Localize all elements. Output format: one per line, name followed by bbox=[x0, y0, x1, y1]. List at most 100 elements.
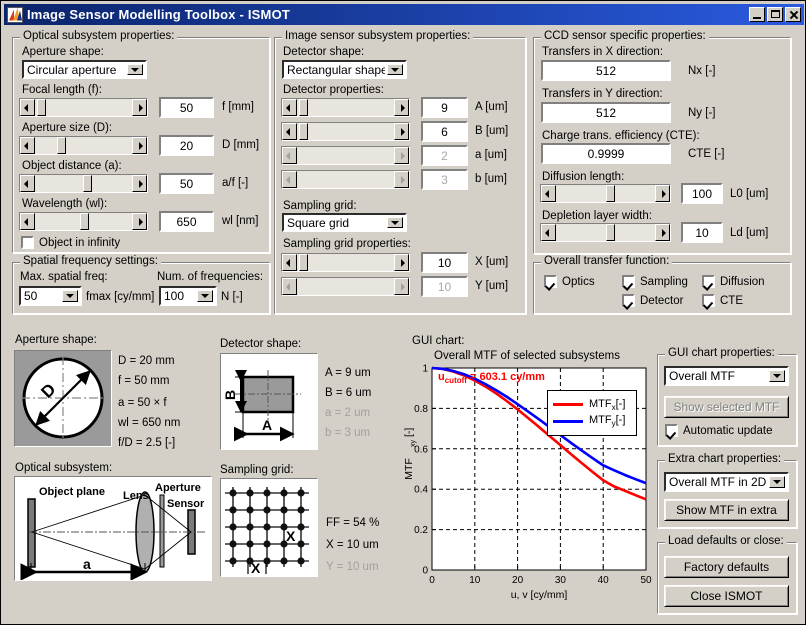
detector-shape-label: Detector shape: bbox=[283, 46, 365, 58]
detector-b-input[interactable]: 6 bbox=[421, 121, 468, 142]
focal-length-slider[interactable] bbox=[19, 98, 148, 117]
transfer-detector-label: Detector bbox=[640, 294, 684, 307]
slider-right-arrow-icon[interactable] bbox=[132, 213, 147, 230]
svg-text:0: 0 bbox=[422, 566, 428, 577]
checkbox-box[interactable] bbox=[21, 236, 34, 249]
aperture-size-input[interactable]: 20 bbox=[159, 135, 214, 156]
detector-value-3: b = 3 um bbox=[325, 427, 371, 439]
sampling-x-input[interactable]: 10 bbox=[421, 252, 468, 273]
detector-b-slider[interactable] bbox=[281, 122, 410, 141]
slider-track[interactable] bbox=[35, 99, 132, 116]
chevron-down-icon[interactable] bbox=[769, 476, 785, 488]
wavelength-slider[interactable] bbox=[19, 212, 148, 231]
slider-track[interactable] bbox=[35, 175, 132, 192]
detector-a-input[interactable]: 9 bbox=[421, 97, 468, 118]
object-distance-input[interactable]: 50 bbox=[159, 173, 214, 194]
transfer-sampling-checkbox[interactable]: Sampling bbox=[622, 275, 688, 288]
slider-track[interactable] bbox=[556, 185, 655, 202]
chevron-down-icon[interactable] bbox=[127, 64, 143, 75]
checkbox-box[interactable] bbox=[544, 275, 557, 288]
extra-chart-select[interactable]: Overall MTF in 2D bbox=[664, 472, 789, 492]
slider-track[interactable] bbox=[35, 137, 132, 154]
slider-left-arrow-icon[interactable] bbox=[20, 137, 35, 154]
object-distance-slider[interactable] bbox=[19, 174, 148, 193]
svg-text:MTF: MTF bbox=[403, 458, 415, 480]
slider-track[interactable] bbox=[297, 123, 394, 140]
extra-chart-properties-title: Extra chart properties: bbox=[665, 453, 785, 465]
detector-b-glyph: B bbox=[222, 390, 238, 400]
depletion-width-label: Depletion layer width: bbox=[542, 210, 652, 222]
max-spatial-freq-select[interactable]: 50 bbox=[19, 286, 82, 306]
transfer-optics-label: Optics bbox=[562, 275, 595, 288]
chevron-down-icon[interactable] bbox=[197, 290, 213, 302]
diffusion-length-input[interactable]: 100 bbox=[681, 183, 723, 204]
transfer-detector-checkbox[interactable]: Detector bbox=[622, 294, 683, 307]
checkbox-box[interactable] bbox=[622, 275, 635, 288]
slider-right-arrow-icon[interactable] bbox=[394, 254, 409, 271]
wavelength-input[interactable]: 650 bbox=[159, 211, 214, 232]
slider-track bbox=[297, 171, 394, 188]
transfer-optics-checkbox[interactable]: Optics bbox=[544, 275, 595, 288]
slider-right-arrow-icon[interactable] bbox=[132, 175, 147, 192]
slider-right-arrow-icon[interactable] bbox=[655, 224, 670, 241]
slider-right-arrow-icon[interactable] bbox=[132, 137, 147, 154]
detector-a-slider[interactable] bbox=[281, 98, 410, 117]
slider-left-arrow-icon bbox=[282, 278, 297, 295]
depletion-width-input[interactable]: 10 bbox=[681, 222, 723, 243]
slider-track[interactable] bbox=[297, 254, 394, 271]
slider-right-arrow-icon[interactable] bbox=[394, 123, 409, 140]
slider-left-arrow-icon[interactable] bbox=[20, 99, 35, 116]
depletion-width-slider[interactable] bbox=[540, 223, 671, 242]
checkbox-box[interactable] bbox=[702, 294, 715, 307]
automatic-update-checkbox[interactable]: Automatic update bbox=[665, 424, 773, 437]
focal-length-input[interactable]: 50 bbox=[159, 97, 214, 118]
checkbox-box[interactable] bbox=[702, 275, 715, 288]
minimize-button[interactable] bbox=[749, 7, 765, 22]
transfer-cte-checkbox[interactable]: CTE bbox=[702, 294, 743, 307]
checkbox-box[interactable] bbox=[622, 294, 635, 307]
num-frequencies-select[interactable]: 100 bbox=[159, 286, 217, 306]
gui-chart-select[interactable]: Overall MTF bbox=[664, 366, 789, 386]
aperture-size-slider[interactable] bbox=[19, 136, 148, 155]
diffusion-length-label: Diffusion length: bbox=[542, 171, 625, 183]
sampling-x-unit: X [um] bbox=[475, 256, 509, 268]
transfer-diffusion-checkbox[interactable]: Diffusion bbox=[702, 275, 765, 288]
slider-left-arrow-icon[interactable] bbox=[20, 213, 35, 230]
chevron-down-icon[interactable] bbox=[62, 290, 78, 302]
slider-track[interactable] bbox=[297, 99, 394, 116]
slider-left-arrow-icon[interactable] bbox=[541, 224, 556, 241]
checkbox-box[interactable] bbox=[665, 424, 678, 437]
slider-left-arrow-icon[interactable] bbox=[282, 99, 297, 116]
chevron-down-icon[interactable] bbox=[387, 64, 403, 75]
factory-defaults-button[interactable]: Factory defaults bbox=[664, 556, 789, 578]
slider-right-arrow-icon[interactable] bbox=[394, 99, 409, 116]
diffusion-length-slider[interactable] bbox=[540, 184, 671, 203]
detector-shape-value: Rectangular shape bbox=[287, 62, 385, 77]
slider-left-arrow-icon[interactable] bbox=[282, 254, 297, 271]
slider-left-arrow-icon bbox=[282, 171, 297, 188]
transfers-y-input[interactable]: 512 bbox=[541, 102, 671, 123]
optical-preview-caption: Optical subsystem: bbox=[15, 462, 113, 474]
aperture-shape-select[interactable]: Circular aperture bbox=[22, 60, 147, 79]
slider-track[interactable] bbox=[35, 213, 132, 230]
maximize-button[interactable] bbox=[767, 7, 783, 22]
chevron-down-icon[interactable] bbox=[387, 217, 403, 228]
transfers-x-input[interactable]: 512 bbox=[541, 60, 671, 81]
detector-shape-select[interactable]: Rectangular shape bbox=[282, 60, 407, 79]
slider-track[interactable] bbox=[556, 224, 655, 241]
slider-left-arrow-icon[interactable] bbox=[541, 185, 556, 202]
slider-left-arrow-icon[interactable] bbox=[282, 123, 297, 140]
sampling-grid-select[interactable]: Square grid bbox=[282, 213, 407, 232]
close-button[interactable] bbox=[785, 7, 801, 22]
sampling-x-slider[interactable] bbox=[281, 253, 410, 272]
object-in-infinity-checkbox[interactable]: Object in infinity bbox=[21, 236, 120, 249]
slider-right-arrow-icon[interactable] bbox=[132, 99, 147, 116]
show-mtf-in-extra-button[interactable]: Show MTF in extra bbox=[664, 499, 789, 521]
slider-right-arrow-icon[interactable] bbox=[655, 185, 670, 202]
chevron-down-icon[interactable] bbox=[769, 370, 785, 382]
slider-left-arrow-icon[interactable] bbox=[20, 175, 35, 192]
cte-input[interactable]: 0.9999 bbox=[541, 143, 671, 164]
transfers-x-unit: Nx [-] bbox=[688, 65, 716, 77]
close-ismot-button[interactable]: Close ISMOT bbox=[664, 585, 789, 607]
svg-text:0.2: 0.2 bbox=[414, 525, 428, 536]
